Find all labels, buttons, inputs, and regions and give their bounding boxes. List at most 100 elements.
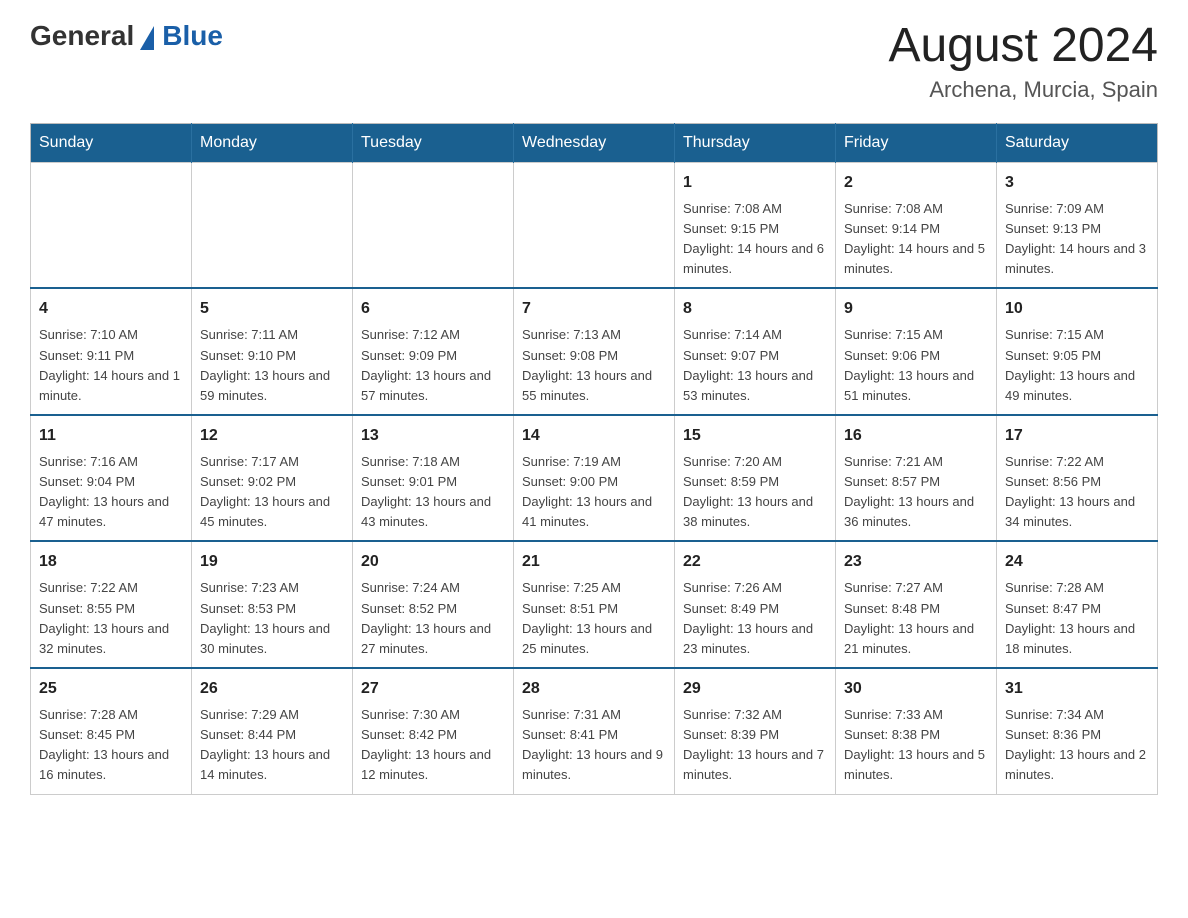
calendar-day-cell: 24 Sunrise: 7:28 AMSunset: 8:47 PMDayligh… bbox=[997, 541, 1158, 668]
title-block: August 2024 Archena, Murcia, Spain bbox=[888, 20, 1158, 103]
day-info: Sunrise: 7:19 AMSunset: 9:00 PMDaylight:… bbox=[522, 454, 652, 529]
day-number: 29 bbox=[683, 677, 827, 701]
calendar-weekday-header: Friday bbox=[836, 123, 997, 162]
day-number: 17 bbox=[1005, 424, 1149, 448]
calendar-header-row: SundayMondayTuesdayWednesdayThursdayFrid… bbox=[31, 123, 1158, 162]
day-number: 18 bbox=[39, 550, 183, 574]
calendar-week-row: 1 Sunrise: 7:08 AMSunset: 9:15 PMDaylight… bbox=[31, 162, 1158, 288]
calendar-weekday-header: Wednesday bbox=[514, 123, 675, 162]
logo-triangle-icon bbox=[140, 26, 154, 50]
calendar-day-cell: 31 Sunrise: 7:34 AMSunset: 8:36 PMDayligh… bbox=[997, 668, 1158, 794]
day-number: 21 bbox=[522, 550, 666, 574]
calendar-week-row: 4Sunrise: 7:10 AMSunset: 9:11 PMDaylight… bbox=[31, 288, 1158, 415]
logo: General Blue bbox=[30, 20, 223, 52]
calendar-day-cell: 17 Sunrise: 7:22 AMSunset: 8:56 PMDayligh… bbox=[997, 415, 1158, 542]
logo-general-text: General bbox=[30, 20, 134, 52]
page-subtitle: Archena, Murcia, Spain bbox=[888, 77, 1158, 103]
day-number: 2 bbox=[844, 171, 988, 195]
day-number: 9 bbox=[844, 297, 988, 321]
calendar-week-row: 18Sunrise: 7:22 AMSunset: 8:55 PMDayligh… bbox=[31, 541, 1158, 668]
calendar-day-cell: 12 Sunrise: 7:17 AMSunset: 9:02 PMDayligh… bbox=[192, 415, 353, 542]
day-info: Sunrise: 7:14 AMSunset: 9:07 PMDaylight:… bbox=[683, 327, 813, 402]
day-number: 22 bbox=[683, 550, 827, 574]
day-number: 12 bbox=[200, 424, 344, 448]
day-number: 25 bbox=[39, 677, 183, 701]
calendar-day-cell: 22 Sunrise: 7:26 AMSunset: 8:49 PMDayligh… bbox=[675, 541, 836, 668]
calendar-day-cell: 23Sunrise: 7:27 AMSunset: 8:48 PMDayligh… bbox=[836, 541, 997, 668]
day-number: 13 bbox=[361, 424, 505, 448]
calendar-day-cell: 30Sunrise: 7:33 AMSunset: 8:38 PMDayligh… bbox=[836, 668, 997, 794]
calendar-day-cell bbox=[31, 162, 192, 288]
day-info: Sunrise: 7:16 AMSunset: 9:04 PMDaylight:… bbox=[39, 454, 169, 529]
calendar-day-cell: 14 Sunrise: 7:19 AMSunset: 9:00 PMDayligh… bbox=[514, 415, 675, 542]
day-number: 16 bbox=[844, 424, 988, 448]
calendar-day-cell: 6 Sunrise: 7:12 AMSunset: 9:09 PMDaylight… bbox=[353, 288, 514, 415]
calendar-day-cell: 15 Sunrise: 7:20 AMSunset: 8:59 PMDayligh… bbox=[675, 415, 836, 542]
day-info: Sunrise: 7:22 AMSunset: 8:56 PMDaylight:… bbox=[1005, 454, 1135, 529]
day-info: Sunrise: 7:13 AMSunset: 9:08 PMDaylight:… bbox=[522, 327, 652, 402]
calendar-day-cell: 4Sunrise: 7:10 AMSunset: 9:11 PMDaylight… bbox=[31, 288, 192, 415]
day-info: Sunrise: 7:08 AMSunset: 9:15 PMDaylight:… bbox=[683, 201, 824, 276]
calendar-day-cell: 2 Sunrise: 7:08 AMSunset: 9:14 PMDaylight… bbox=[836, 162, 997, 288]
calendar-day-cell bbox=[353, 162, 514, 288]
calendar-week-row: 25Sunrise: 7:28 AMSunset: 8:45 PMDayligh… bbox=[31, 668, 1158, 794]
calendar-day-cell: 29 Sunrise: 7:32 AMSunset: 8:39 PMDayligh… bbox=[675, 668, 836, 794]
day-info: Sunrise: 7:15 AMSunset: 9:05 PMDaylight:… bbox=[1005, 327, 1135, 402]
calendar-day-cell: 11 Sunrise: 7:16 AMSunset: 9:04 PMDayligh… bbox=[31, 415, 192, 542]
day-info: Sunrise: 7:08 AMSunset: 9:14 PMDaylight:… bbox=[844, 201, 985, 276]
day-info: Sunrise: 7:09 AMSunset: 9:13 PMDaylight:… bbox=[1005, 201, 1146, 276]
calendar-weekday-header: Monday bbox=[192, 123, 353, 162]
calendar-day-cell bbox=[192, 162, 353, 288]
calendar-day-cell: 9 Sunrise: 7:15 AMSunset: 9:06 PMDaylight… bbox=[836, 288, 997, 415]
day-number: 5 bbox=[200, 297, 344, 321]
calendar-day-cell: 25Sunrise: 7:28 AMSunset: 8:45 PMDayligh… bbox=[31, 668, 192, 794]
day-info: Sunrise: 7:15 AMSunset: 9:06 PMDaylight:… bbox=[844, 327, 974, 402]
page-header: General Blue August 2024 Archena, Murcia… bbox=[30, 20, 1158, 103]
logo-blue-text: Blue bbox=[162, 20, 223, 52]
calendar-day-cell: 19Sunrise: 7:23 AMSunset: 8:53 PMDayligh… bbox=[192, 541, 353, 668]
day-info: Sunrise: 7:10 AMSunset: 9:11 PMDaylight:… bbox=[39, 327, 180, 402]
day-number: 31 bbox=[1005, 677, 1149, 701]
calendar-day-cell bbox=[514, 162, 675, 288]
day-info: Sunrise: 7:34 AMSunset: 8:36 PMDaylight:… bbox=[1005, 707, 1146, 782]
day-info: Sunrise: 7:12 AMSunset: 9:09 PMDaylight:… bbox=[361, 327, 491, 402]
calendar-day-cell: 8 Sunrise: 7:14 AMSunset: 9:07 PMDaylight… bbox=[675, 288, 836, 415]
day-number: 6 bbox=[361, 297, 505, 321]
day-info: Sunrise: 7:24 AMSunset: 8:52 PMDaylight:… bbox=[361, 580, 491, 655]
calendar-day-cell: 10 Sunrise: 7:15 AMSunset: 9:05 PMDayligh… bbox=[997, 288, 1158, 415]
day-number: 24 bbox=[1005, 550, 1149, 574]
calendar-day-cell: 21 Sunrise: 7:25 AMSunset: 8:51 PMDayligh… bbox=[514, 541, 675, 668]
calendar-weekday-header: Tuesday bbox=[353, 123, 514, 162]
calendar-weekday-header: Thursday bbox=[675, 123, 836, 162]
day-number: 23 bbox=[844, 550, 988, 574]
day-info: Sunrise: 7:28 AMSunset: 8:47 PMDaylight:… bbox=[1005, 580, 1135, 655]
day-info: Sunrise: 7:17 AMSunset: 9:02 PMDaylight:… bbox=[200, 454, 330, 529]
calendar-day-cell: 13Sunrise: 7:18 AMSunset: 9:01 PMDayligh… bbox=[353, 415, 514, 542]
day-info: Sunrise: 7:32 AMSunset: 8:39 PMDaylight:… bbox=[683, 707, 824, 782]
calendar-day-cell: 20 Sunrise: 7:24 AMSunset: 8:52 PMDayligh… bbox=[353, 541, 514, 668]
calendar-day-cell: 28 Sunrise: 7:31 AMSunset: 8:41 PMDayligh… bbox=[514, 668, 675, 794]
day-number: 1 bbox=[683, 171, 827, 195]
day-info: Sunrise: 7:11 AMSunset: 9:10 PMDaylight:… bbox=[200, 327, 330, 402]
calendar-weekday-header: Sunday bbox=[31, 123, 192, 162]
day-info: Sunrise: 7:31 AMSunset: 8:41 PMDaylight:… bbox=[522, 707, 663, 782]
day-number: 28 bbox=[522, 677, 666, 701]
calendar-table: SundayMondayTuesdayWednesdayThursdayFrid… bbox=[30, 123, 1158, 795]
day-info: Sunrise: 7:26 AMSunset: 8:49 PMDaylight:… bbox=[683, 580, 813, 655]
day-number: 27 bbox=[361, 677, 505, 701]
calendar-day-cell: 16 Sunrise: 7:21 AMSunset: 8:57 PMDayligh… bbox=[836, 415, 997, 542]
calendar-weekday-header: Saturday bbox=[997, 123, 1158, 162]
day-number: 15 bbox=[683, 424, 827, 448]
day-number: 14 bbox=[522, 424, 666, 448]
day-info: Sunrise: 7:20 AMSunset: 8:59 PMDaylight:… bbox=[683, 454, 813, 529]
day-info: Sunrise: 7:25 AMSunset: 8:51 PMDaylight:… bbox=[522, 580, 652, 655]
day-number: 8 bbox=[683, 297, 827, 321]
day-number: 30 bbox=[844, 677, 988, 701]
day-number: 11 bbox=[39, 424, 183, 448]
day-info: Sunrise: 7:29 AMSunset: 8:44 PMDaylight:… bbox=[200, 707, 330, 782]
day-number: 10 bbox=[1005, 297, 1149, 321]
day-info: Sunrise: 7:21 AMSunset: 8:57 PMDaylight:… bbox=[844, 454, 974, 529]
day-number: 20 bbox=[361, 550, 505, 574]
day-number: 7 bbox=[522, 297, 666, 321]
calendar-week-row: 11 Sunrise: 7:16 AMSunset: 9:04 PMDayligh… bbox=[31, 415, 1158, 542]
